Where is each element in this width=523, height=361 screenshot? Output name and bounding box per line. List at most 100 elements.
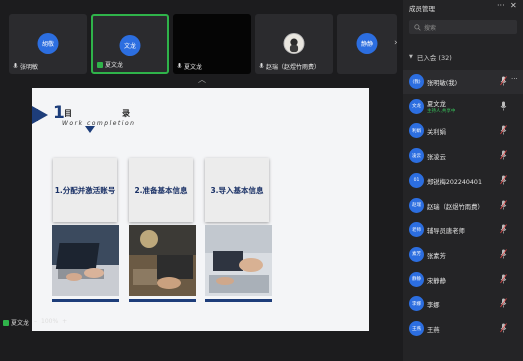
participant-row[interactable]: 老师 辅导员唐老师 [403,218,523,242]
microphone-icon[interactable] [500,249,507,259]
slide-photo-laptop [52,225,119,296]
participant-row[interactable]: 李娜 李娜 [403,292,523,316]
group-label: 已入会 (32) [416,54,452,62]
participant-row[interactable]: 静静 宋静静 [403,268,523,292]
slide-card-label: 3.导入基本信息 [210,185,264,195]
slide-card-label: 1.分配并激活账号 [54,185,116,195]
video-tile[interactable]: 静静 [337,14,397,74]
avatar: 文龙 [119,35,141,56]
search-icon [414,23,421,31]
avatar: 利娟 [409,123,424,139]
participant-name: 张凌云 [427,154,446,162]
microphone-icon [13,63,18,69]
tile-name-label: 张明敏 [20,64,39,71]
slide-title: 目 [64,109,72,118]
more-icon[interactable]: ··· [511,75,518,83]
presenter-name: 夏文龙 [11,320,30,327]
participant-row[interactable]: 王燕 王燕 [403,317,523,341]
microphone-icon[interactable] [500,323,507,333]
slide-photo-desk [129,225,196,296]
participant-name: 张明敏(我) [427,80,458,87]
avatar: 王燕 [409,321,424,336]
microphone-icon[interactable] [500,199,507,210]
participant-row[interactable]: (我) 张明敏(我) ··· [403,70,523,94]
slide-card: 2.准备基本信息 [129,158,193,222]
share-icon [3,319,9,326]
participant-name: 宋静静 [427,277,446,285]
microphone-icon[interactable] [500,298,507,308]
participant-row[interactable]: 文龙 夏文龙 主持人,共享中 [403,95,523,119]
slide-title: 录 [122,109,130,118]
tile-name: 夏文龙 [97,60,123,69]
slide-subtitle: Work completion [62,120,136,127]
slide-bar [205,299,272,302]
avatar: 素芳 [409,246,424,262]
more-icon[interactable]: ··· [497,1,505,10]
presenter-tag: 夏文龙 [3,318,29,327]
slide-bar [129,299,196,302]
participant-name: 关利娟 [427,129,446,137]
panel-title: 成员管理 [409,5,435,13]
participant-row[interactable]: 凌云 张凌云 [403,144,523,168]
participant-name: 王燕 [427,327,440,334]
microphone-icon[interactable] [500,76,507,86]
avatar: 赵瑞 [409,197,424,213]
tile-name-label: 夏文龙 [184,64,203,71]
participant-row[interactable]: 利娟 关利娟 [403,119,523,143]
avatar: 文龙 [409,98,424,114]
participant-row[interactable]: 赵瑞 赵瑞（赵煜竹雨费） [403,194,523,218]
participant-group-header[interactable]: ▼ 已入会 (32) [409,52,452,62]
participant-role: 主持人,共享中 [427,108,456,114]
tile-name: 赵瑞（赵煜竹雨费） [259,62,320,71]
slide-photo-meeting [205,225,272,296]
participant-name: 郑锐梅202240401 [427,178,482,186]
microphone-icon[interactable] [500,224,507,234]
zoom-in-button[interactable]: + [62,318,67,325]
close-icon[interactable]: ✕ [510,1,517,10]
participant-panel: 成员管理 ··· ✕ 搜索 ▼ 已入会 (32) (我) 张明敏(我) ··· 文龙夏… [403,0,523,361]
slide-bar [52,299,119,302]
participant-name: 张素芳 [427,252,446,260]
tile-name: 张明敏 [13,62,38,71]
microphone-icon[interactable] [500,101,507,111]
avatar: 李娜 [409,296,424,312]
participant-name: 赵瑞（赵煜竹雨费） [427,203,484,211]
avatar: 胡敬 [37,33,59,54]
zoom-level: 100% [41,318,59,325]
participant-name: 夏文龙 [427,100,446,108]
tile-name: 夏文龙 [177,62,202,71]
participant-name: 辅导员唐老师 [427,228,465,236]
tile-name-label: 赵瑞（赵煜竹雨费） [266,64,321,71]
share-icon [97,61,103,68]
zoom-out-button[interactable]: – [34,318,37,325]
video-tile[interactable]: 夏文龙 [173,14,251,74]
participant-name: 李娜 [427,302,440,310]
microphone-icon[interactable] [500,150,507,160]
caret-down-icon: ▼ [409,54,413,60]
microphone-icon [177,63,182,69]
avatar: 老师 [409,222,424,238]
avatar: 静静 [356,33,378,54]
video-tile[interactable]: 胡敬 张明敏 [9,14,87,74]
participant-row[interactable]: 素芳 张素芳 [403,243,523,267]
avatar: 静静 [409,271,424,287]
participant-row[interactable]: 01 郑锐梅202240401 [403,169,523,193]
microphone-icon[interactable] [500,273,507,284]
bottom-bar: 夏文龙 – 100% + [0,316,403,330]
slide-card: 1.分配并激活账号 [53,158,117,222]
avatar: (我) [409,74,424,89]
panel-header: 成员管理 ··· ✕ [403,0,523,14]
slide-flag-decoration [32,106,48,124]
video-tile[interactable]: 赵瑞（赵煜竹雨费） [255,14,333,74]
shared-screen-slide: 1 目 录 Work completion 1.分配并激活账号 2.准备基本信息… [32,88,369,331]
zoom-control: – 100% + [34,318,67,325]
microphone-icon[interactable] [500,175,507,185]
avatar: 01 [409,172,424,188]
microphone-icon[interactable] [500,125,507,135]
chevron-up-icon[interactable]: ︿ [196,76,208,84]
tile-name-label: 夏文龙 [105,62,124,69]
chevron-right-icon[interactable]: › [394,38,398,48]
meeting-main-area: 胡敬 张明敏 文龙 夏文龙 夏文龙 赵瑞（赵煜竹雨费） 静静 › ︿ 1 目 录… [0,0,403,361]
video-tile-active[interactable]: 文龙 夏文龙 [91,14,169,74]
search-input[interactable]: 搜索 [409,20,517,34]
